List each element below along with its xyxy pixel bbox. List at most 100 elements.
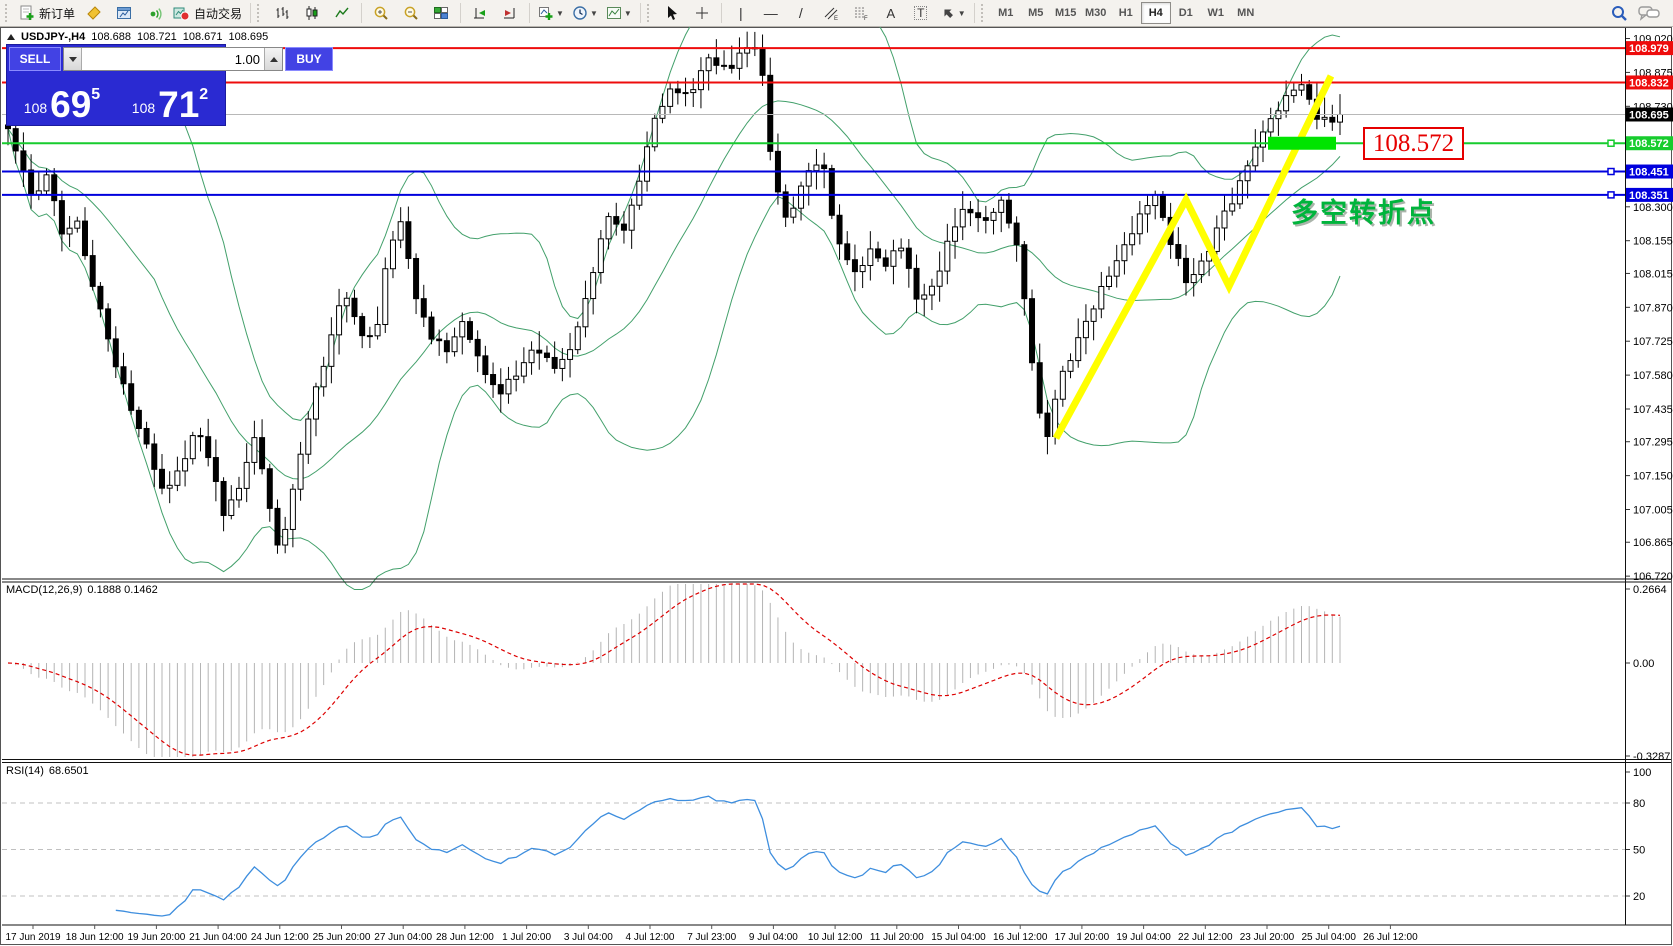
chat-icon[interactable] <box>1638 4 1660 22</box>
svg-text:28 Jun 12:00: 28 Jun 12:00 <box>436 932 494 943</box>
indicators-button[interactable]: ▼ <box>534 1 568 25</box>
volume-decrease-button[interactable] <box>64 48 82 70</box>
horizontal-line-button[interactable]: — <box>756 1 786 25</box>
svg-text:17 Jun 2019: 17 Jun 2019 <box>5 932 60 943</box>
collapse-trade-panel-icon[interactable] <box>7 34 15 40</box>
svg-text:F: F <box>864 16 868 21</box>
timeframe-h1-button[interactable]: H1 <box>1111 2 1141 24</box>
indicators-icon <box>538 5 554 21</box>
timeframe-m15-button[interactable]: M15 <box>1051 2 1081 24</box>
yellow-tag-icon <box>86 5 102 21</box>
clock-icon <box>572 5 588 21</box>
ohlc-open: 108.688 <box>91 31 131 43</box>
cursor-button[interactable] <box>657 1 687 25</box>
volume-input[interactable] <box>82 48 264 70</box>
arrows-icon <box>940 5 956 21</box>
timeframe-m5-button[interactable]: M5 <box>1021 2 1051 24</box>
green-highlight-bar[interactable] <box>1268 137 1336 150</box>
search-icon[interactable] <box>1610 4 1628 22</box>
new-order-button[interactable]: 新订单 <box>15 1 79 25</box>
toolbar-grip <box>981 4 986 22</box>
macd-indicator-label: MACD(12,26,9)0.1888 0.1462 <box>6 584 158 596</box>
metaeditor-button[interactable] <box>79 1 109 25</box>
price-callout-box[interactable]: 108.572 <box>1363 127 1464 160</box>
svg-text:0.2664: 0.2664 <box>1633 584 1667 596</box>
svg-text:10 Jul 12:00: 10 Jul 12:00 <box>808 932 863 943</box>
svg-text:26 Jul 12:00: 26 Jul 12:00 <box>1363 932 1418 943</box>
svg-text:19 Jun 20:00: 19 Jun 20:00 <box>127 932 185 943</box>
auto-scroll-button[interactable] <box>465 1 495 25</box>
one-click-trading-panel: SELL BUY 108 69 5 108 71 2 <box>6 44 226 126</box>
zoom-in-icon <box>373 5 390 22</box>
down-arrow-icon <box>69 57 77 62</box>
volume-increase-button[interactable] <box>264 48 282 70</box>
svg-text:108.695: 108.695 <box>1629 109 1669 121</box>
buy-button[interactable]: BUY <box>285 47 333 71</box>
svg-text:20: 20 <box>1633 891 1645 903</box>
svg-text:108.832: 108.832 <box>1629 77 1669 89</box>
channel-icon: E <box>823 5 839 21</box>
tile-windows-button[interactable] <box>426 1 456 25</box>
svg-text:25 Jul 04:00: 25 Jul 04:00 <box>1301 932 1356 943</box>
fibonacci-icon: F <box>853 5 869 21</box>
templates-button[interactable]: ▼ <box>602 1 636 25</box>
zigzag-trendline[interactable] <box>1056 76 1331 438</box>
rsi-name: RSI(14) <box>6 765 44 777</box>
trendline-button[interactable]: / <box>786 1 816 25</box>
line-chart-button[interactable] <box>327 1 357 25</box>
candlestick-icon <box>304 5 320 21</box>
autotrading-label: 自动交易 <box>194 5 242 22</box>
svg-text:7 Jul 23:00: 7 Jul 23:00 <box>687 932 736 943</box>
chart-shift-button[interactable] <box>495 1 525 25</box>
svg-text:107.295: 107.295 <box>1633 437 1673 449</box>
buy-price[interactable]: 108 71 2 <box>117 73 223 123</box>
arrows-button[interactable]: ▼ <box>936 1 970 25</box>
timeframe-mn-button[interactable]: MN <box>1231 2 1261 24</box>
svg-text:108.015: 108.015 <box>1633 268 1673 280</box>
sell-price-sup: 5 <box>91 86 100 104</box>
vertical-line-icon: | <box>739 6 743 20</box>
channel-button[interactable]: E <box>816 1 846 25</box>
zoom-in-button[interactable] <box>366 1 396 25</box>
dropdown-arrow-icon: ▼ <box>556 9 564 18</box>
signal-icon <box>146 5 162 21</box>
crosshair-button[interactable] <box>687 1 717 25</box>
timeframe-m1-button[interactable]: M1 <box>991 2 1021 24</box>
auto-scroll-icon <box>472 5 488 21</box>
timeframe-w1-button[interactable]: W1 <box>1201 2 1231 24</box>
signals-button[interactable] <box>139 1 169 25</box>
tile-windows-icon <box>433 5 449 21</box>
up-arrow-icon <box>270 57 278 62</box>
text-button[interactable]: A <box>876 1 906 25</box>
trendline-icon: / <box>799 6 803 20</box>
fibonacci-button[interactable]: F <box>846 1 876 25</box>
svg-text:23 Jul 20:00: 23 Jul 20:00 <box>1240 932 1295 943</box>
candlestick-button[interactable] <box>297 1 327 25</box>
timeframe-h4-button[interactable]: H4 <box>1141 2 1171 24</box>
buy-price-prefix: 108 <box>132 100 155 116</box>
timeframe-m30-button[interactable]: M30 <box>1081 2 1111 24</box>
zoom-out-button[interactable] <box>396 1 426 25</box>
periods-button[interactable]: ▼ <box>568 1 602 25</box>
autotrading-button[interactable]: 自动交易 <box>169 1 246 25</box>
svg-text:106.865: 106.865 <box>1633 537 1673 549</box>
svg-text:107.435: 107.435 <box>1633 404 1673 416</box>
vertical-line-button[interactable]: | <box>726 1 756 25</box>
svg-text:11 Jul 20:00: 11 Jul 20:00 <box>870 932 924 943</box>
svg-text:25 Jun 20:00: 25 Jun 20:00 <box>313 932 371 943</box>
svg-text:80: 80 <box>1633 798 1645 810</box>
charts-button[interactable] <box>109 1 139 25</box>
svg-text:16 Jul 12:00: 16 Jul 12:00 <box>993 932 1048 943</box>
date-axis: 17 Jun 201918 Jun 12:0019 Jun 20:0021 Ju… <box>5 925 1418 943</box>
sell-button[interactable]: SELL <box>9 47 61 71</box>
svg-text:15 Jul 04:00: 15 Jul 04:00 <box>931 932 986 943</box>
chart-title: USDJPY-,H4 <box>21 31 85 43</box>
svg-text:108.300: 108.300 <box>1633 202 1673 214</box>
svg-text:17 Jul 20:00: 17 Jul 20:00 <box>1055 932 1110 943</box>
bar-chart-button[interactable] <box>267 1 297 25</box>
template-icon <box>606 5 622 21</box>
text-label-button[interactable]: T <box>906 1 936 25</box>
sell-price[interactable]: 108 69 5 <box>9 73 115 123</box>
annotation-text[interactable]: 多空转折点 <box>1291 191 1436 230</box>
timeframe-d1-button[interactable]: D1 <box>1171 2 1201 24</box>
